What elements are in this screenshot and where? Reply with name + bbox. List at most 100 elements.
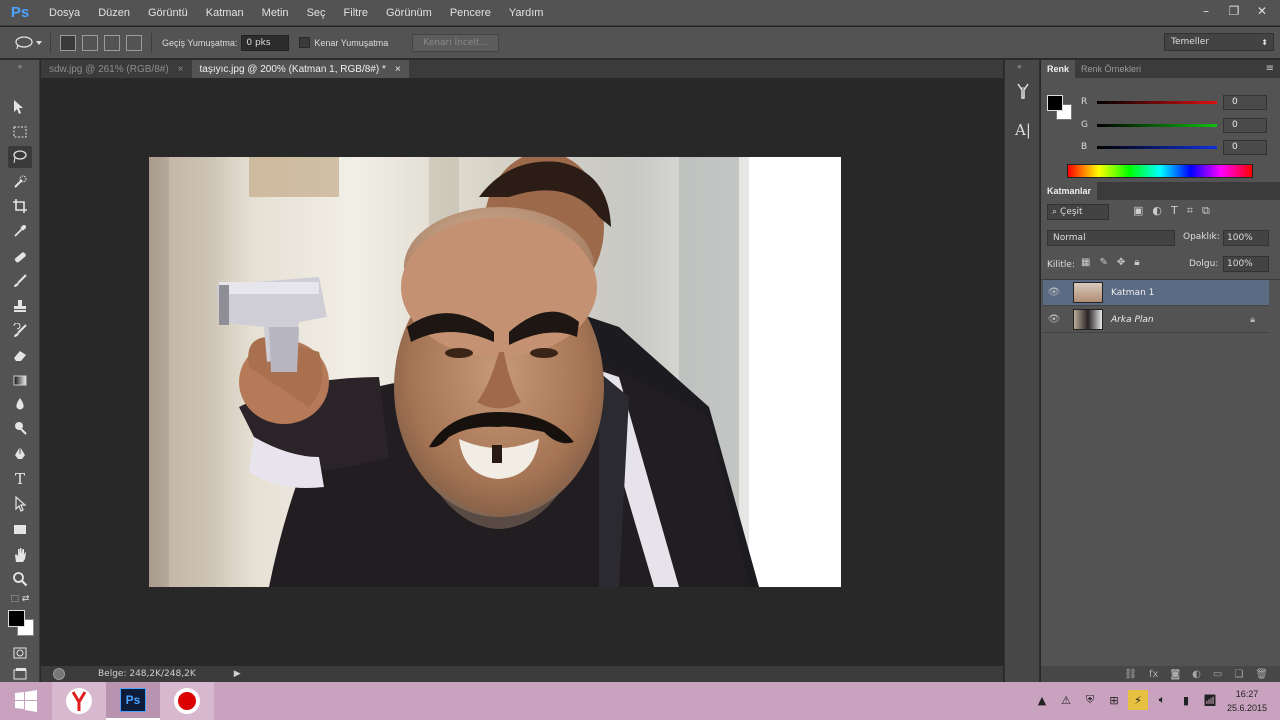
intersect-selection-icon[interactable] <box>126 34 142 51</box>
screen-recorder-icon[interactable] <box>160 682 214 720</box>
blue-value-input[interactable]: 0 <box>1223 139 1267 155</box>
menu-filter[interactable]: Filtre <box>335 7 377 19</box>
battery-icon[interactable]: ▮ <box>1176 690 1196 710</box>
zoom-indicator-icon[interactable] <box>53 668 65 680</box>
layer-mask-icon[interactable]: ◙ <box>1170 669 1180 680</box>
path-selection-tool-icon[interactable] <box>8 493 32 515</box>
adjustment-filter-icon[interactable]: ◐ <box>1152 204 1162 218</box>
tab-document-1[interactable]: sdw.jpg @ 261% (RGB/8#) × <box>41 60 192 78</box>
swap-colors-icon[interactable]: ⬚ ⇄ <box>8 592 32 606</box>
menu-edit[interactable]: Düzen <box>89 7 139 19</box>
subtract-selection-icon[interactable] <box>104 34 120 51</box>
panel-menu-icon[interactable]: ≡ <box>1266 63 1274 74</box>
network-alert-icon[interactable]: ⚡ <box>1128 690 1148 710</box>
image-filter-icon[interactable]: ▣ <box>1133 204 1143 218</box>
feather-input[interactable]: 0 pks <box>241 34 290 51</box>
slider-track-blue[interactable] <box>1097 145 1217 149</box>
red-value-input[interactable]: 0 <box>1223 94 1267 110</box>
lasso-tool-icon[interactable] <box>8 146 32 168</box>
quick-selection-tool-icon[interactable] <box>8 171 32 193</box>
slider-track-red[interactable] <box>1097 100 1217 104</box>
crop-tool-icon[interactable] <box>8 195 32 217</box>
antialias-checkbox[interactable] <box>299 37 311 48</box>
show-hidden-icons-icon[interactable]: ▲ <box>1032 690 1052 710</box>
tab-color[interactable]: Renk <box>1041 60 1076 78</box>
trash-icon[interactable]: 🗑︎ <box>1255 669 1268 680</box>
character-panel-icon[interactable]: A| <box>1011 117 1035 143</box>
lock-transparent-icon[interactable]: ▦ <box>1081 257 1090 268</box>
eraser-tool-icon[interactable] <box>8 344 32 366</box>
collapse-arrows-icon[interactable]: » <box>8 60 32 72</box>
eyedropper-tool-icon[interactable] <box>8 220 32 242</box>
dodge-tool-icon[interactable] <box>8 417 32 439</box>
menu-type[interactable]: Metin <box>253 7 298 19</box>
pen-tool-icon[interactable] <box>8 443 32 465</box>
smart-object-filter-icon[interactable]: ⧉ <box>1202 204 1210 218</box>
volume-icon[interactable]: 🔈︎ <box>1152 690 1172 710</box>
windows-flag-icon[interactable]: ⊞ <box>1104 690 1124 710</box>
refine-edge-button[interactable]: Kenarı İncelt... <box>412 33 499 52</box>
signal-icon[interactable]: 📶︎ <box>1200 690 1220 710</box>
blend-mode-select[interactable]: Normal <box>1047 230 1175 246</box>
restore-button[interactable]: ❐ <box>1222 2 1246 20</box>
link-layers-icon[interactable]: ⛓︎ <box>1124 669 1137 680</box>
new-layer-icon[interactable]: ❏ <box>1234 669 1243 680</box>
fill-input[interactable]: 100% <box>1223 256 1269 272</box>
menu-select[interactable]: Seç <box>298 7 335 19</box>
gradient-tool-icon[interactable] <box>8 369 32 391</box>
clone-stamp-tool-icon[interactable] <box>8 295 32 317</box>
blur-tool-icon[interactable] <box>8 393 32 415</box>
tab-swatches[interactable]: Renk Örnekleri <box>1075 60 1147 78</box>
screen-mode-icon[interactable] <box>8 666 32 682</box>
slider-green[interactable]: G 0 <box>1081 116 1271 134</box>
status-menu-arrow-icon[interactable]: ▶ <box>234 669 241 679</box>
move-tool-icon[interactable] <box>8 96 32 118</box>
tool-presets-icon[interactable] <box>1011 78 1035 104</box>
lock-paint-icon[interactable]: ✎ <box>1099 257 1107 268</box>
close-button[interactable]: ✕ <box>1250 2 1274 20</box>
menu-view[interactable]: Görünüm <box>377 7 441 19</box>
menu-file[interactable]: Dosya <box>40 7 89 19</box>
menu-help[interactable]: Yardım <box>500 7 553 19</box>
document-image[interactable] <box>149 157 841 587</box>
eye-icon[interactable]: 👁︎ <box>1043 287 1065 298</box>
history-brush-tool-icon[interactable] <box>8 320 32 342</box>
workspace-select[interactable]: Temeller ⬍ <box>1164 33 1274 51</box>
layer-row-arka-plan[interactable]: 👁︎ Arka Plan 🔒︎ <box>1043 307 1269 333</box>
tab-layers[interactable]: Katmanlar <box>1041 182 1098 200</box>
close-icon[interactable]: × <box>178 64 184 75</box>
tab-document-2[interactable]: taşıyıc.jpg @ 200% (Katman 1, RGB/8#) * … <box>191 60 409 78</box>
menu-layer[interactable]: Katman <box>197 7 253 19</box>
eye-icon[interactable]: 👁︎ <box>1043 314 1065 325</box>
adjustment-layer-icon[interactable]: ◐ <box>1192 669 1201 680</box>
shape-filter-icon[interactable]: ⌗ <box>1187 204 1193 218</box>
clock[interactable]: 16:27 25.6.2015 <box>1222 687 1272 715</box>
hand-tool-icon[interactable] <box>8 544 32 566</box>
layers-filter-select[interactable]: ⌕ Çeşit <box>1047 204 1109 220</box>
rectangle-tool-icon[interactable] <box>8 518 32 540</box>
opacity-input[interactable]: 100% <box>1223 230 1269 246</box>
lock-position-icon[interactable]: ✥ <box>1117 257 1125 268</box>
new-selection-icon[interactable] <box>60 34 76 51</box>
lock-all-icon[interactable]: 🔒︎ <box>1134 257 1139 268</box>
new-group-icon[interactable]: ▭ <box>1213 669 1222 680</box>
add-selection-icon[interactable] <box>82 34 98 51</box>
photoshop-taskbar-icon[interactable]: Ps <box>106 682 160 720</box>
collapse-arrows-icon[interactable]: « <box>1017 62 1022 71</box>
quick-mask-icon[interactable] <box>8 642 32 664</box>
color-fg-swatch[interactable] <box>1047 95 1063 111</box>
warning-icon[interactable]: ⚠ <box>1056 690 1076 710</box>
green-value-input[interactable]: 0 <box>1223 117 1267 133</box>
marquee-tool-icon[interactable] <box>8 121 32 143</box>
layer-style-icon[interactable]: fx <box>1149 669 1158 680</box>
shield-icon[interactable]: ⛨ <box>1080 690 1100 710</box>
slider-track-green[interactable] <box>1097 123 1217 127</box>
yandex-browser-icon[interactable] <box>52 682 106 720</box>
brush-tool-icon[interactable] <box>8 270 32 292</box>
zoom-tool-icon[interactable] <box>8 568 32 590</box>
slider-blue[interactable]: B 0 <box>1081 138 1271 156</box>
slider-red[interactable]: R 0 <box>1081 93 1271 111</box>
foreground-color-swatch[interactable] <box>8 610 25 627</box>
menu-image[interactable]: Görüntü <box>139 7 197 19</box>
lasso-tool-preset-icon[interactable] <box>14 35 44 51</box>
